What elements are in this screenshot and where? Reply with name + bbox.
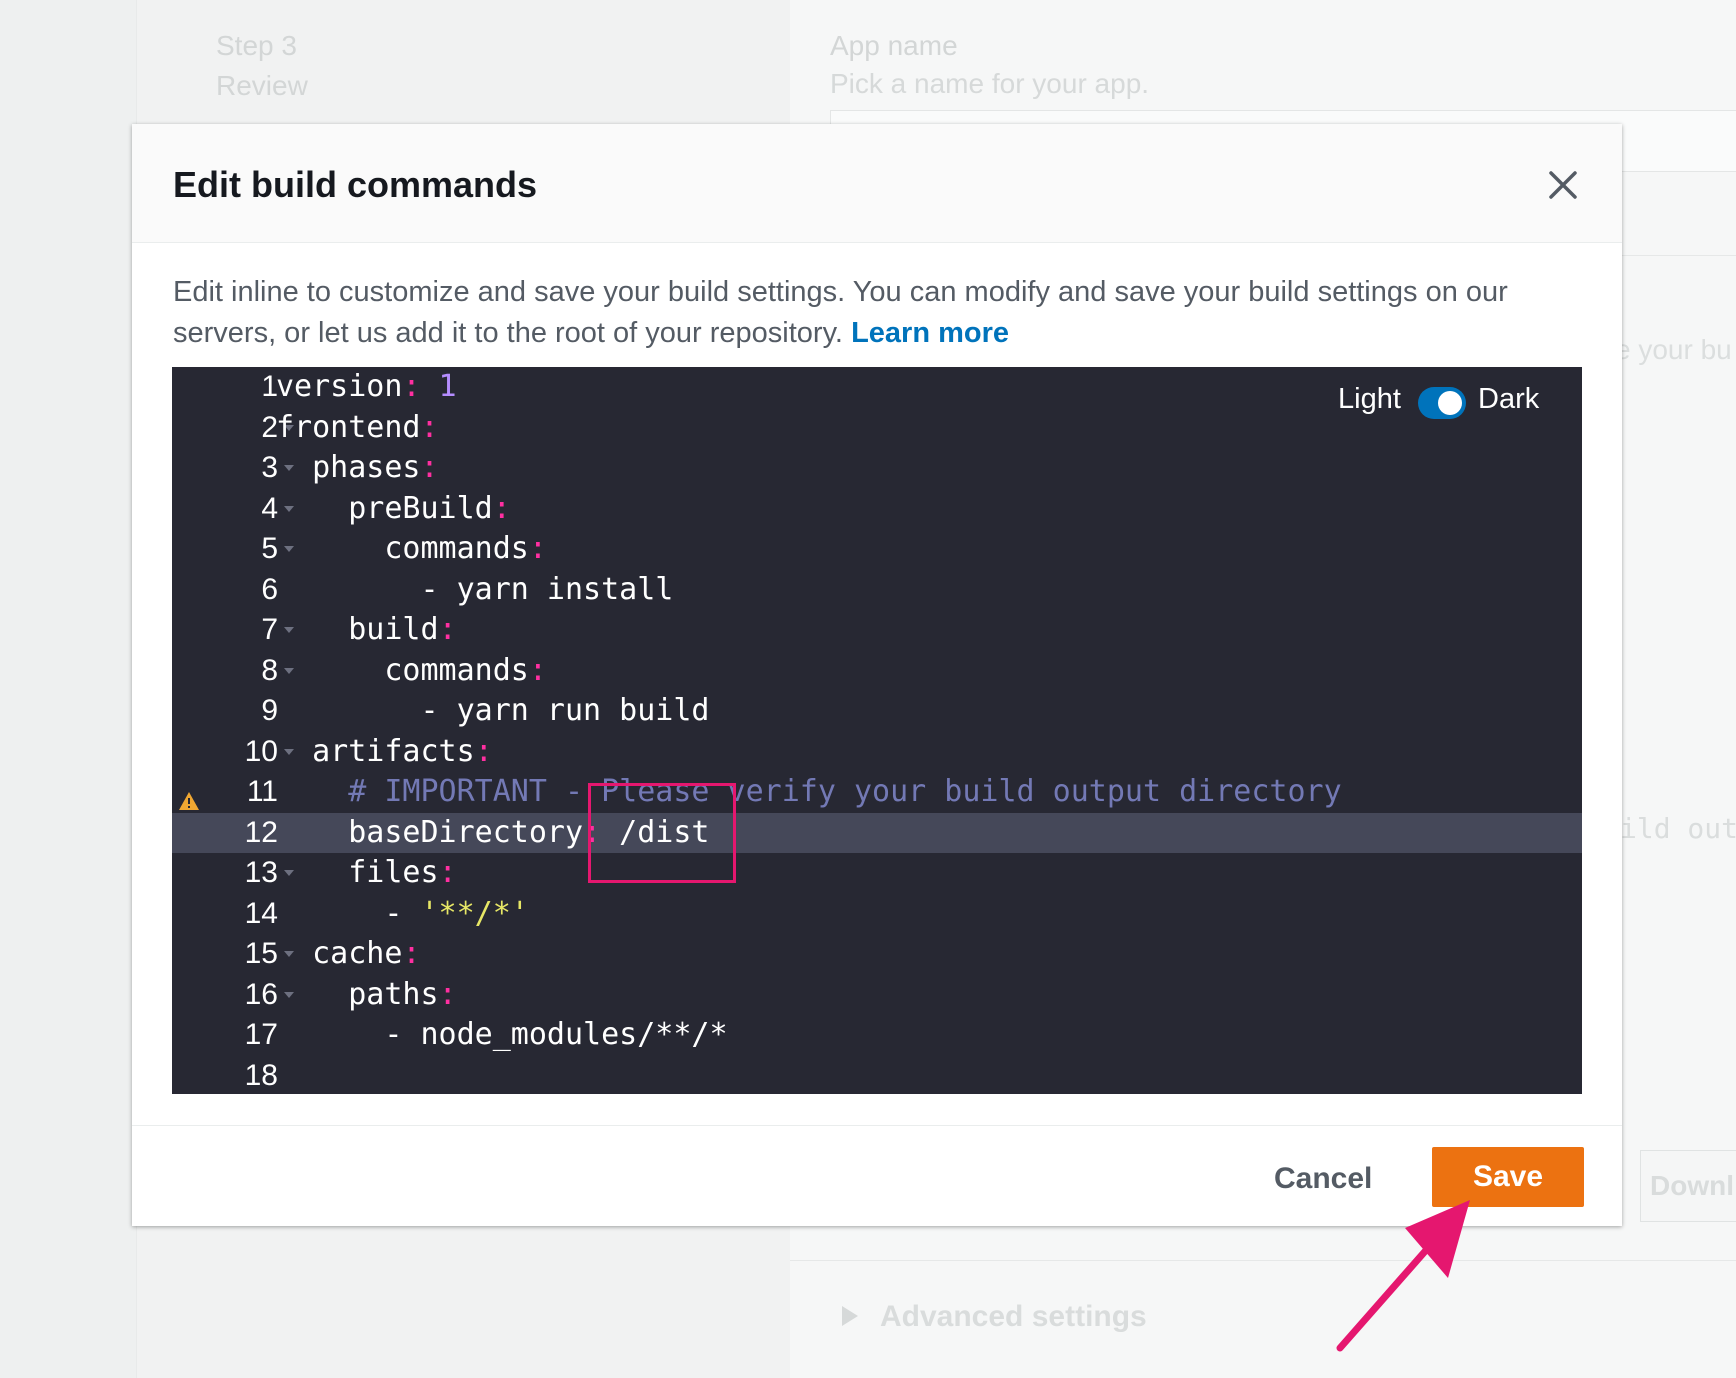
annotation-arrow-icon (1336, 1200, 1470, 1352)
code-line[interactable]: 18 (172, 1056, 1582, 1095)
close-button[interactable] (1540, 162, 1586, 208)
code-text[interactable]: - yarn run build (276, 691, 709, 731)
code-line[interactable]: 8 commands: (172, 651, 1582, 691)
line-number: 14 (244, 896, 278, 930)
code-line[interactable]: 3 phases: (172, 448, 1582, 488)
code-text[interactable]: - node_modules/**/* (276, 1015, 727, 1055)
code-text[interactable]: build: (276, 610, 456, 650)
background-step-subtitle: Review (216, 70, 308, 101)
theme-light-label: Light (1338, 383, 1401, 415)
code-line[interactable]: 5 commands: (172, 529, 1582, 569)
code-line[interactable]: 4 preBuild: (172, 489, 1582, 529)
annotation-highlight-box (588, 783, 736, 883)
theme-toggle: Light Dark (1338, 377, 1558, 427)
background-left-gutter (0, 0, 136, 1378)
background-panel-text-fragment: e your bu (1615, 334, 1732, 365)
code-text[interactable]: # IMPORTANT - Please verify your build o… (276, 772, 1341, 812)
save-button[interactable]: Save (1432, 1147, 1584, 1207)
line-number: 7 (261, 613, 278, 646)
modal-title: Edit build commands (173, 164, 538, 205)
code-text[interactable]: preBuild: (276, 489, 511, 529)
line-number: 10 (244, 734, 278, 768)
theme-switch-knob (1438, 391, 1462, 415)
line-number: 17 (244, 1018, 278, 1051)
buildspec-code-editor[interactable]: 1 version: 1 2 frontend: 3 phases: 4 preBuild… (172, 367, 1582, 1094)
code-text[interactable]: frontend: (276, 408, 439, 448)
line-number: 5 (261, 532, 278, 565)
code-line[interactable]: 13 files: (172, 853, 1582, 893)
code-text[interactable]: version: 1 (276, 367, 457, 407)
code-line[interactable]: 14 - '**/*' (172, 894, 1582, 934)
code-line[interactable]: 16 paths: (172, 975, 1582, 1015)
line-number: 2 (261, 410, 278, 444)
modal-header: Edit build commands (132, 124, 1622, 243)
background-download-label: Downl (1650, 1170, 1734, 1201)
line-number: 11 (246, 775, 278, 808)
line-number: 18 (244, 1058, 278, 1092)
code-line[interactable]: 17 - node_modules/**/* (172, 1015, 1582, 1055)
background-step-title: Step 3 (216, 30, 297, 61)
code-line[interactable]: 9 - yarn run build (172, 691, 1582, 731)
code-text[interactable]: phases: (276, 448, 438, 488)
background-code-fragment: ild out (1620, 812, 1736, 845)
code-line[interactable]: 11 # IMPORTANT - Please verify your buil… (172, 772, 1582, 812)
code-text[interactable]: artifacts: (276, 732, 493, 772)
description-text: Edit inline to customize and save your b… (173, 276, 1508, 349)
code-line[interactable]: 10 artifacts: (172, 732, 1582, 772)
line-number: 12 (244, 815, 278, 849)
line-number: 13 (244, 856, 278, 889)
line-number: 4 (261, 491, 278, 525)
line-number: 8 (261, 653, 278, 687)
background-app-name-hint: Pick a name for your app. (830, 68, 1150, 99)
line-number: 16 (244, 977, 278, 1011)
code-line[interactable]: 15 cache: (172, 934, 1582, 974)
theme-switch[interactable] (1418, 387, 1466, 419)
edit-build-commands-modal: Edit build commands Edit inline to custo… (132, 124, 1622, 1226)
background-advanced-settings-label: Advanced settings (880, 1300, 1147, 1333)
line-number: 9 (261, 694, 278, 727)
code-line[interactable]: 12 baseDirectory: /dist (172, 812, 1582, 853)
code-text[interactable]: commands: (276, 651, 547, 691)
line-number: 1 (261, 370, 278, 403)
code-text[interactable]: paths: (276, 975, 456, 1015)
learn-more-link[interactable]: Learn more (851, 317, 1009, 349)
line-number: 15 (244, 937, 278, 970)
code-line[interactable]: 7 build: (172, 610, 1582, 650)
line-number: 3 (261, 451, 278, 484)
close-icon (1549, 171, 1577, 199)
code-text[interactable]: files: (276, 853, 456, 893)
line-number: 6 (261, 572, 278, 606)
modal-description: Edit inline to customize and save your b… (173, 272, 1593, 354)
code-text[interactable]: commands: (276, 529, 547, 569)
code-line[interactable]: 6 - yarn install (172, 570, 1582, 610)
background-app-name-label: App name (830, 30, 958, 61)
code-text[interactable]: - yarn install (276, 570, 673, 610)
code-text[interactable]: cache: (276, 934, 420, 974)
code-text[interactable]: - '**/*' (276, 894, 529, 934)
caret-right-icon (842, 1306, 858, 1326)
theme-dark-label: Dark (1478, 383, 1540, 415)
